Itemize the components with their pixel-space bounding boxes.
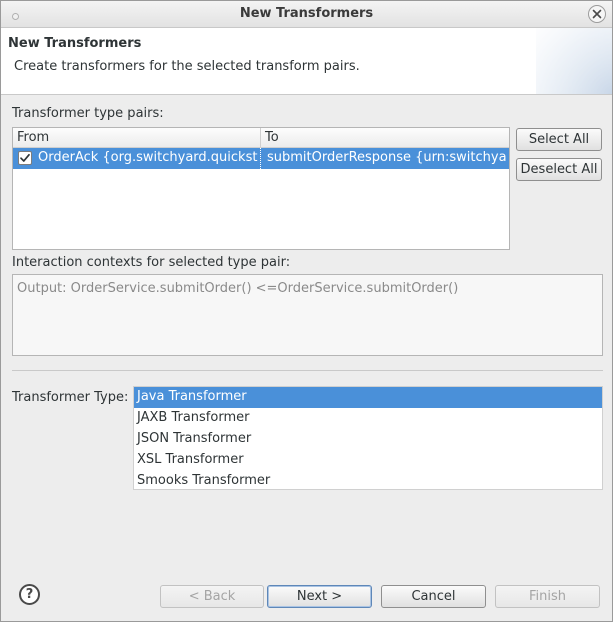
checkmark-icon <box>20 153 30 162</box>
title-bar[interactable]: New Transformers <box>1 1 612 28</box>
wizard-banner-image <box>536 28 612 94</box>
list-item-json-transformer[interactable]: JSON Transformer <box>134 429 602 450</box>
transformer-type-label: Transformer Type: <box>12 390 129 405</box>
row-checkbox[interactable] <box>18 151 32 165</box>
dialog-window: New Transformers New Transformers Create… <box>0 0 613 622</box>
list-item-xsl-transformer[interactable]: XSL Transformer <box>134 450 602 471</box>
back-button[interactable]: < Back <box>160 585 264 608</box>
cancel-button[interactable]: Cancel <box>381 585 486 608</box>
list-item-smooks-transformer[interactable]: Smooks Transformer <box>134 471 602 492</box>
close-icon <box>592 9 602 19</box>
question-mark-icon: ? <box>25 587 34 602</box>
table-header: From To <box>13 128 509 148</box>
close-button[interactable] <box>588 5 606 23</box>
separator <box>12 370 603 371</box>
wizard-page-description: Create transformers for the selected tra… <box>14 59 360 74</box>
deselect-all-button[interactable]: Deselect All <box>516 158 602 181</box>
list-item-jaxb-transformer[interactable]: JAXB Transformer <box>134 408 602 429</box>
wizard-banner: New Transformers Create transformers for… <box>1 28 612 95</box>
type-pairs-label: Transformer type pairs: <box>12 106 164 121</box>
interaction-contexts-box: Output: OrderService.submitOrder() <=Ord… <box>12 274 603 356</box>
column-header-to[interactable]: To <box>265 130 279 145</box>
list-item-java-transformer[interactable]: Java Transformer <box>134 387 602 408</box>
wizard-page-title: New Transformers <box>8 36 142 51</box>
transformer-type-list[interactable]: Java Transformer JAXB Transformer JSON T… <box>133 386 603 490</box>
row-to-cell: submitOrderResponse {urn:switchyard <box>267 150 507 165</box>
table-row[interactable]: OrderAck {org.switchyard.quickstart subm… <box>13 148 509 169</box>
window-title: New Transformers <box>239 6 374 21</box>
interaction-context-text: Output: OrderService.submitOrder() <=Ord… <box>17 281 459 296</box>
column-header-from[interactable]: From <box>17 130 49 145</box>
row-from-cell: OrderAck {org.switchyard.quickstart <box>38 150 258 165</box>
help-button[interactable]: ? <box>19 584 40 605</box>
next-button[interactable]: Next > <box>267 585 372 608</box>
finish-button[interactable]: Finish <box>495 585 600 608</box>
interaction-contexts-label: Interaction contexts for selected type p… <box>12 255 291 270</box>
type-pairs-table[interactable]: From To OrderAck {org.switchyard.quickst… <box>12 127 510 250</box>
select-all-button[interactable]: Select All <box>516 128 602 151</box>
